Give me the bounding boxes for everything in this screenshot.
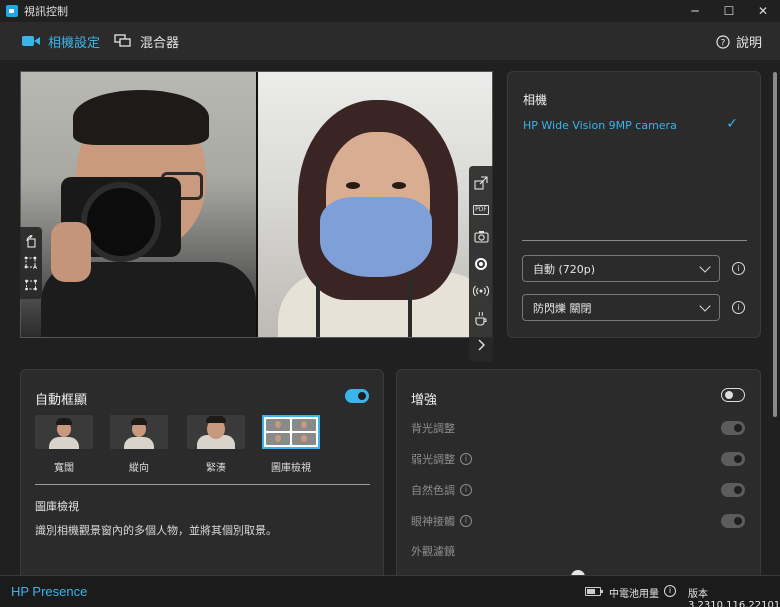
mode-portrait-thumbnail xyxy=(110,415,168,449)
window-controls: ─ ☐ ✕ xyxy=(678,0,780,22)
svg-text:A: A xyxy=(33,264,38,270)
eye-contact-label: 眼神接觸 xyxy=(411,515,455,528)
coffee-icon[interactable] xyxy=(472,309,490,327)
tab-mixer-label: 混合器 xyxy=(140,35,180,51)
help-label: 說明 xyxy=(735,36,762,51)
low-light-info-icon[interactable]: i xyxy=(460,453,472,465)
camera-option[interactable]: HP Wide Vision 9MP camera xyxy=(523,119,677,132)
camera-icon xyxy=(22,35,40,47)
appearance-filter-label: 外觀濾鏡 xyxy=(411,545,455,558)
version-info-icon[interactable]: i xyxy=(664,585,676,597)
camera-divider xyxy=(522,240,747,241)
help-icon: ? xyxy=(716,34,730,49)
app-icon xyxy=(6,5,18,17)
mixer-icon xyxy=(114,34,131,47)
auto-frame-divider xyxy=(35,484,370,485)
eye-contact-toggle[interactable] xyxy=(721,514,745,528)
mode-portrait-label: 縱向 xyxy=(129,463,149,474)
chevron-down-icon xyxy=(699,299,711,312)
gallery-tile-right xyxy=(258,72,492,337)
eye-contact-row: 眼神接觸 i xyxy=(411,513,472,529)
mode-tight-label: 緊湊 xyxy=(206,463,226,474)
resolution-select[interactable]: 自動 (720p) xyxy=(522,255,720,282)
auto-frame-panel: 自動框顯 寬闊 縱向 緊湊 圖庫檢視 圖庫檢視 識別相機觀景窗內的多個人物，並將… xyxy=(20,369,384,575)
enhance-heading: 增強 xyxy=(411,393,438,408)
close-button[interactable]: ✕ xyxy=(746,0,780,22)
status-bar: HP Presence 中電池用量 i 版本 3.2310.116.22101 xyxy=(0,575,780,607)
tab-mixer[interactable]: 混合器 xyxy=(114,30,179,52)
video-preview xyxy=(20,71,493,338)
selected-mode-title: 圖庫檢視 xyxy=(35,500,79,513)
record-icon[interactable] xyxy=(472,255,490,273)
enhance-toggle[interactable] xyxy=(721,388,745,402)
maximize-button[interactable]: ☐ xyxy=(712,0,746,22)
gallery-tile-left xyxy=(21,72,256,337)
multi-frame-icon[interactable] xyxy=(22,276,40,294)
auto-frame-heading: 自動框顯 xyxy=(35,393,88,408)
battery-icon xyxy=(585,587,603,596)
mode-tight-thumbnail xyxy=(187,415,245,449)
pdf-label: PDF xyxy=(473,204,489,215)
rotate-icon[interactable] xyxy=(22,232,40,250)
mode-tight[interactable]: 緊湊 xyxy=(186,415,246,474)
broadcast-icon[interactable] xyxy=(472,282,490,300)
low-light-adjust-row: 弱光調整 i xyxy=(411,451,472,467)
auto-frame-toggle[interactable] xyxy=(345,389,369,403)
help-button[interactable]: ? 說明 xyxy=(716,32,762,51)
title-bar: 視訊控制 ─ ☐ ✕ xyxy=(0,0,780,22)
mode-wide-thumbnail xyxy=(35,415,93,449)
left-toolbar: A xyxy=(20,227,42,299)
window-title: 視訊控制 xyxy=(24,5,68,18)
main-content: A PDF 相機 HP Wide Vision 9MP camera ✓ 自動 … xyxy=(0,60,780,575)
natural-tone-label: 自然色調 xyxy=(411,484,455,497)
backlight-adjust-toggle[interactable] xyxy=(721,421,745,435)
tab-camera-settings[interactable]: 相機設定 xyxy=(22,30,100,52)
mode-gallery-label: 圖庫檢視 xyxy=(271,463,311,474)
mode-portrait[interactable]: 縱向 xyxy=(109,415,169,474)
eye-contact-info-icon[interactable]: i xyxy=(460,515,472,527)
camera-heading: 相機 xyxy=(523,93,548,107)
battery-label: 中電池用量 xyxy=(609,589,659,600)
resolution-value: 自動 (720p) xyxy=(533,262,596,276)
chevron-down-icon xyxy=(699,260,711,273)
anti-flicker-info-icon[interactable]: i xyxy=(732,301,745,314)
tab-camera-settings-label: 相機設定 xyxy=(48,35,101,51)
svg-text:?: ? xyxy=(721,38,726,48)
anti-flicker-select[interactable]: 防閃爍 關閉 xyxy=(522,294,720,321)
mode-wide-label: 寬闊 xyxy=(54,463,74,474)
top-navigation: 相機設定 混合器 ? 說明 xyxy=(0,22,780,60)
camera-panel: 相機 HP Wide Vision 9MP camera ✓ 自動 (720p)… xyxy=(507,71,761,338)
right-toolbar: PDF xyxy=(469,166,493,362)
natural-tone-toggle[interactable] xyxy=(721,483,745,497)
expand-icon[interactable] xyxy=(472,336,490,354)
scrollbar[interactable] xyxy=(773,72,777,417)
enhance-panel: 增強 背光調整 弱光調整 i 自然色調 i 眼神接觸 i 外觀濾鏡 xyxy=(396,369,761,575)
backlight-adjust-row: 背光調整 xyxy=(411,420,455,436)
low-light-adjust-label: 弱光調整 xyxy=(411,453,455,466)
anti-flicker-value: 防閃爍 關閉 xyxy=(533,301,592,315)
selected-mode-description: 識別相機觀景窗內的多個人物，並將其個別取景。 xyxy=(35,524,277,537)
pdf-icon[interactable]: PDF xyxy=(472,201,490,219)
mode-wide[interactable]: 寬闊 xyxy=(34,415,94,474)
low-light-adjust-toggle[interactable] xyxy=(721,452,745,466)
mode-gallery-view[interactable]: 圖庫檢視 xyxy=(261,415,321,474)
mode-gallery-thumbnail xyxy=(262,415,320,449)
natural-tone-row: 自然色調 i xyxy=(411,482,472,498)
brand-label: HP Presence xyxy=(11,584,88,599)
backlight-adjust-label: 背光調整 xyxy=(411,422,455,435)
popout-icon[interactable] xyxy=(472,174,490,192)
natural-tone-info-icon[interactable]: i xyxy=(460,484,472,496)
minimize-button[interactable]: ─ xyxy=(678,0,712,22)
resolution-info-icon[interactable]: i xyxy=(732,262,745,275)
version-label: 版本 3.2310.116.22101 xyxy=(688,589,780,607)
check-icon: ✓ xyxy=(726,116,738,132)
appearance-filter-row: 外觀濾鏡 xyxy=(411,543,455,559)
snapshot-icon[interactable] xyxy=(472,228,490,246)
crop-icon[interactable]: A xyxy=(22,254,40,272)
